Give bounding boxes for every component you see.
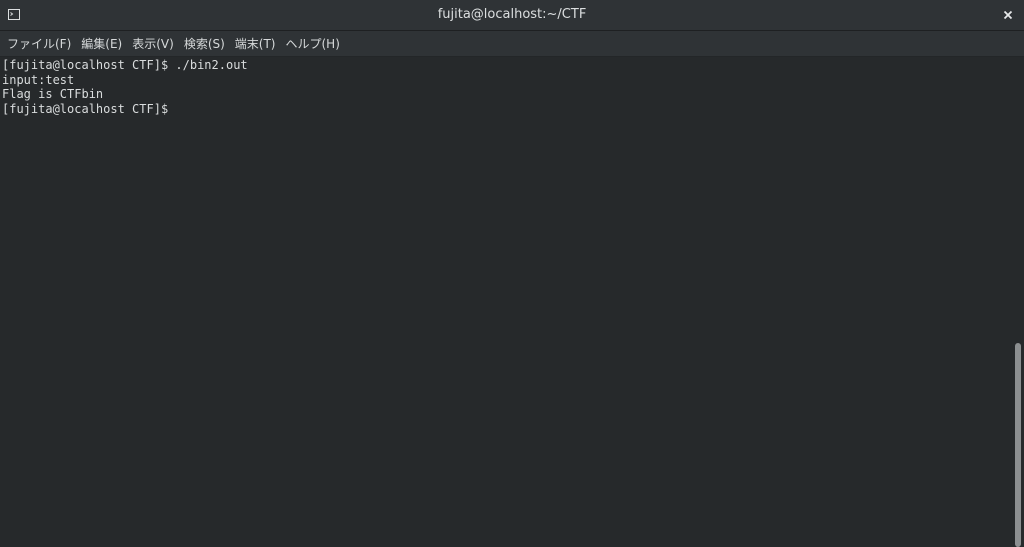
terminal-line: Flag is CTFbin [2,87,104,102]
close-button[interactable] [998,5,1018,25]
vertical-scrollbar[interactable] [1012,57,1024,547]
menu-terminal[interactable]: 端末(T) [232,33,283,55]
terminal-prompt: [fujita@localhost CTF]$ [2,101,176,116]
terminal-output[interactable]: [fujita@localhost CTF]$ ./bin2.out input… [0,57,1012,547]
title-bar[interactable]: fujita@localhost:~/CTF [0,0,1024,31]
terminal-cursor [175,102,182,115]
terminal-line: input:test [2,72,75,87]
menu-search[interactable]: 検索(S) [181,33,232,55]
window-title: fujita@localhost:~/CTF [437,7,587,22]
menu-file[interactable]: ファイル(F) [4,33,78,55]
close-icon [1003,10,1013,20]
scrollbar-thumb[interactable] [1015,343,1021,547]
terminal-prompt-line[interactable]: [fujita@localhost CTF]$ [2,102,1012,117]
menu-edit[interactable]: 編集(E) [78,33,129,55]
menu-bar: ファイル(F) 編集(E) 表示(V) 検索(S) 端末(T) ヘルプ(H) [0,31,1024,57]
menu-view[interactable]: 表示(V) [129,33,181,55]
terminal-window: fujita@localhost:~/CTF ファイル(F) 編集(E) 表示(… [0,0,1024,547]
menu-help[interactable]: ヘルプ(H) [283,33,347,55]
terminal-line: [fujita@localhost CTF]$ ./bin2.out [2,58,248,72]
